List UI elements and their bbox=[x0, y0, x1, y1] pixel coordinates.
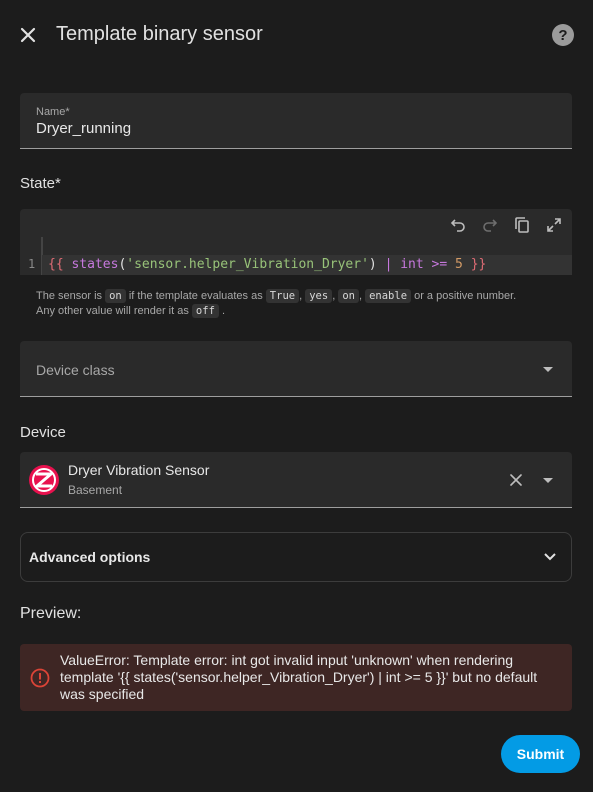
device-area: Basement bbox=[68, 483, 123, 497]
line-number: 1 bbox=[28, 257, 36, 271]
code-chip: True bbox=[265, 289, 300, 303]
help-button[interactable]: ? bbox=[552, 24, 574, 46]
undo-button[interactable] bbox=[446, 213, 470, 237]
state-helper-text: The sensor is on if the template evaluat… bbox=[36, 289, 517, 318]
advanced-options-title: Advanced options bbox=[29, 549, 151, 565]
close-button[interactable] bbox=[14, 21, 42, 49]
alert-circle-icon bbox=[30, 668, 50, 688]
device-name: Dryer Vibration Sensor bbox=[68, 462, 210, 478]
preview-error-alert: ValueError: Template error: int got inva… bbox=[20, 644, 572, 711]
code-paren-close: ) bbox=[368, 257, 377, 272]
name-field[interactable]: Name* Dryer_running bbox=[20, 93, 572, 149]
code-chip: off bbox=[191, 304, 219, 318]
chevron-down-icon bbox=[544, 553, 556, 561]
preview-label: Preview: bbox=[20, 605, 82, 622]
redo-icon bbox=[483, 219, 498, 232]
template-code[interactable]: {{ states('sensor.helper_Vibration_Dryer… bbox=[48, 255, 486, 275]
code-open-brace: {{ bbox=[48, 257, 64, 272]
name-field-label: Name* bbox=[36, 106, 70, 118]
code-pipe: | bbox=[384, 257, 393, 272]
code-close-brace: }} bbox=[470, 257, 487, 272]
close-icon bbox=[510, 474, 522, 486]
code-chip: yes bbox=[305, 289, 333, 303]
chevron-down-icon[interactable] bbox=[543, 478, 553, 483]
state-label: State* bbox=[20, 175, 61, 192]
device-class-select[interactable]: Device class bbox=[20, 341, 572, 397]
clear-device-button[interactable] bbox=[506, 470, 526, 490]
redo-button[interactable] bbox=[478, 213, 502, 237]
device-picker[interactable]: Dryer Vibration Sensor Basement bbox=[20, 452, 572, 508]
chevron-down-icon bbox=[543, 367, 553, 372]
code-number: 5 bbox=[455, 257, 463, 272]
submit-button[interactable]: Submit bbox=[501, 735, 580, 773]
editor-toolbar bbox=[446, 213, 566, 237]
code-filter: int bbox=[400, 257, 424, 272]
close-icon bbox=[20, 27, 36, 43]
fullscreen-icon bbox=[547, 218, 561, 232]
advanced-options-expander[interactable]: Advanced options bbox=[20, 532, 572, 582]
help-icon: ? bbox=[558, 26, 568, 44]
code-chip: on bbox=[338, 289, 359, 303]
undo-icon bbox=[450, 219, 465, 232]
copy-icon bbox=[515, 217, 529, 233]
template-editor[interactable]: 1 {{ states('sensor.helper_Vibration_Dry… bbox=[20, 209, 572, 275]
fullscreen-button[interactable] bbox=[542, 213, 566, 237]
error-message: ValueError: Template error: int got inva… bbox=[60, 652, 538, 702]
dialog-title: Template binary sensor bbox=[56, 23, 263, 45]
zigbee-icon bbox=[29, 465, 59, 495]
code-chip: on bbox=[105, 289, 126, 303]
code-operator: >= bbox=[431, 257, 448, 272]
code-chip: enable bbox=[365, 289, 412, 303]
dialog-header: Template binary sensor ? bbox=[0, 0, 593, 70]
copy-button[interactable] bbox=[510, 213, 534, 237]
device-class-placeholder: Device class bbox=[36, 362, 115, 378]
code-function: states bbox=[71, 257, 119, 272]
device-label: Device bbox=[20, 424, 66, 441]
code-string: 'sensor.helper_Vibration_Dryer' bbox=[126, 257, 369, 272]
name-field-value[interactable]: Dryer_running bbox=[36, 120, 131, 137]
